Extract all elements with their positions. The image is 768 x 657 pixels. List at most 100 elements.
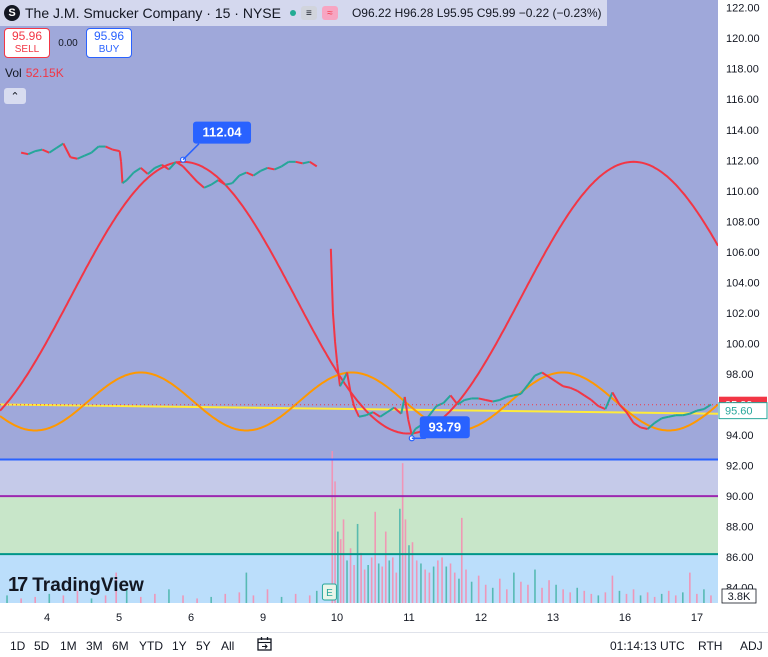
volume-bar	[555, 584, 557, 603]
x-tick-label: 12	[475, 612, 487, 624]
y-tick-label: 116.00	[726, 94, 759, 106]
volume-bar	[34, 596, 36, 603]
volume-bar	[477, 575, 480, 603]
x-tick-label: 6	[188, 612, 194, 624]
sell-price: 95.96	[11, 29, 43, 43]
volume-bar	[370, 557, 373, 603]
y-tick-label: 104.00	[726, 277, 760, 289]
volume-bar	[424, 569, 426, 603]
volume-bar	[432, 566, 435, 603]
volume-bar	[569, 592, 571, 603]
range-3m[interactable]: 3M	[86, 639, 103, 653]
volume-bar	[465, 569, 467, 603]
volume-bar	[632, 589, 635, 603]
range-all[interactable]: All	[221, 639, 234, 653]
volume-bar	[294, 593, 297, 603]
y-tick-label: 92.00	[726, 461, 754, 473]
y-tick-label: 112.00	[726, 155, 759, 167]
volume-bar	[428, 572, 431, 603]
collapse-legend-icon[interactable]: ⌃	[4, 88, 26, 104]
sell-label: SELL	[14, 44, 40, 55]
x-tick-label: 10	[331, 612, 343, 624]
volume-bar	[458, 578, 460, 603]
range-6m[interactable]: 6M	[112, 639, 129, 653]
volume-bar	[618, 590, 621, 603]
price-segment	[118, 151, 123, 162]
volume-bar	[498, 578, 501, 603]
volume-value: 52.15K	[25, 66, 64, 80]
volume-bar	[391, 557, 394, 603]
price-chart[interactable]: 112.0493.79E122.00120.00118.00116.00114.…	[0, 0, 768, 632]
tradingview-wordmark: TradingView	[32, 574, 144, 596]
volume-bar	[315, 590, 318, 603]
volume-bar	[399, 508, 401, 603]
volume-bar	[491, 587, 494, 603]
indicator-icon[interactable]: ≈	[321, 6, 338, 20]
volume-bar	[653, 596, 656, 603]
volume-bar	[674, 595, 677, 603]
smucker-logo-icon: S	[4, 5, 20, 21]
volume-bar	[360, 552, 362, 603]
range-5y[interactable]: 5Y	[196, 639, 211, 653]
volume-bar	[346, 560, 348, 603]
volume-bar	[682, 592, 684, 603]
y-tick-label: 106.00	[726, 247, 760, 259]
x-tick-label: 11	[403, 612, 414, 624]
range-1m[interactable]: 1M	[60, 639, 77, 653]
range-1y[interactable]: 1Y	[172, 639, 187, 653]
volume-bar	[520, 581, 522, 603]
volume-bar	[337, 531, 339, 603]
volume-bar	[224, 593, 227, 603]
tradingview-mark-icon: 17	[8, 574, 28, 596]
volume-bar	[534, 569, 536, 603]
x-tick-label: 9	[260, 612, 266, 624]
volume-bar	[590, 593, 593, 603]
volume-bar	[411, 542, 414, 603]
volume-bar	[646, 592, 649, 603]
volume-bar	[154, 593, 156, 603]
buy-button[interactable]: 95.96 BUY	[86, 28, 132, 58]
legend-header: S The J.M. Smucker Company · 15 · NYSE ≡…	[0, 0, 608, 26]
calendar-goto-icon[interactable]	[257, 636, 272, 651]
price-segment	[120, 161, 124, 184]
session-toggle[interactable]: RTH	[698, 639, 722, 653]
volume-bar	[404, 519, 407, 603]
volume-bar	[331, 451, 334, 603]
y-tick-label: 110.00	[726, 186, 759, 198]
tradingview-logo: 17 TradingView	[8, 574, 144, 597]
volume-bar	[196, 598, 198, 603]
volume-bar	[484, 584, 487, 603]
range-ytd[interactable]: YTD	[139, 639, 163, 653]
annotation-label-1: 93.79	[429, 419, 462, 434]
buy-label: BUY	[98, 44, 120, 55]
volume-bar	[415, 560, 418, 603]
earnings-event-label: E	[326, 588, 333, 599]
compare-icon[interactable]: ≡	[300, 6, 317, 20]
y-tick-label: 118.00	[726, 64, 759, 76]
volume-bar	[367, 565, 369, 603]
volume-bar	[245, 572, 248, 603]
volume-bar	[349, 548, 352, 603]
y-tick-label: 114.00	[726, 125, 759, 137]
market-open-icon	[289, 10, 296, 16]
adjust-toggle[interactable]: ADJ	[740, 639, 763, 653]
clock-utc[interactable]: 01:14:13 UTC	[610, 639, 685, 653]
volume-bar	[377, 563, 380, 603]
sell-button[interactable]: 95.96 SELL	[4, 28, 50, 58]
volume-bar	[470, 581, 473, 603]
volume-bar	[689, 572, 691, 603]
y-tick-label: 86.00	[726, 552, 754, 564]
volume-bar	[395, 572, 398, 603]
range-5d[interactable]: 5D	[34, 639, 49, 653]
volume-bar	[353, 565, 355, 603]
ohlc-values: O96.22 H96.28 L95.95 C95.99 −0.22 (−0.23…	[351, 6, 602, 20]
volume-label: Vol	[5, 66, 22, 80]
symbol-title[interactable]: The J.M. Smucker Company · 15 · NYSE	[25, 5, 281, 21]
volume-bar	[460, 517, 463, 603]
range-1d[interactable]: 1D	[10, 639, 25, 653]
volume-bar	[639, 595, 642, 603]
price-badge-label-1: 95.60	[725, 406, 753, 418]
y-tick-label: 122.00	[726, 3, 760, 15]
volume-bar	[541, 587, 543, 603]
x-tick-label: 16	[619, 612, 631, 624]
